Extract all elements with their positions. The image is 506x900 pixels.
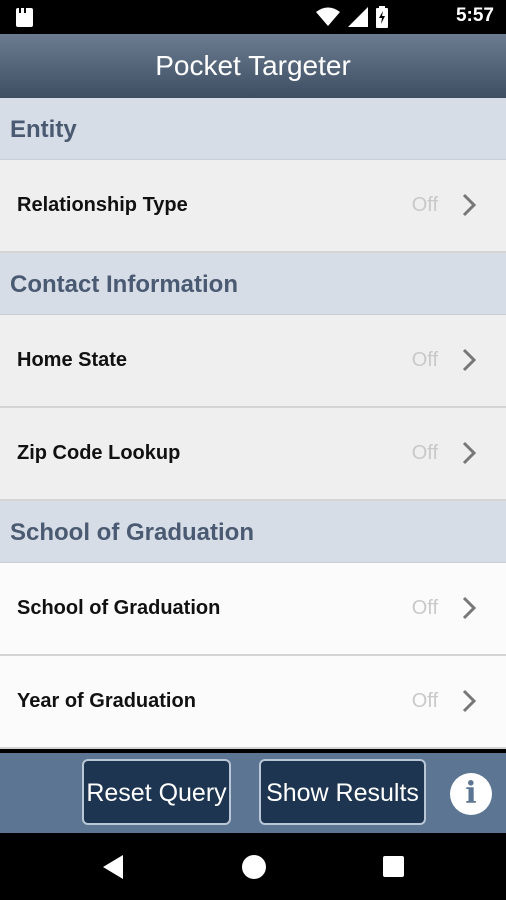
page-title: Pocket Targeter <box>155 50 351 81</box>
row-value: Off <box>411 690 438 712</box>
row-value: Off <box>411 597 438 619</box>
show-results-button[interactable]: Show Results <box>259 759 426 825</box>
clock: 5:57 <box>455 5 494 26</box>
reset-query-button[interactable]: Reset Query <box>82 759 231 825</box>
wifi-icon <box>316 7 340 26</box>
status-icons <box>316 6 388 28</box>
chevron-right-icon <box>462 193 476 217</box>
row-label: Zip Code Lookup <box>17 442 181 464</box>
app-bar: Pocket Targeter <box>0 34 506 98</box>
bottom-toolbar: Reset Query Show Results i <box>0 753 506 833</box>
home-icon[interactable] <box>242 855 266 879</box>
info-icon[interactable]: i <box>450 773 492 815</box>
filter-list: Entity Relationship Type Off Contact Inf… <box>0 98 506 749</box>
row-home-state[interactable]: Home State Off <box>0 315 506 408</box>
status-bar: 5:57 <box>0 0 506 34</box>
row-label: Relationship Type <box>17 194 188 216</box>
chevron-right-icon <box>462 441 476 465</box>
signal-icon <box>348 7 368 27</box>
row-label: Home State <box>17 349 128 371</box>
chevron-right-icon <box>462 348 476 372</box>
row-value: Off <box>411 194 438 216</box>
row-value: Off <box>411 349 438 371</box>
row-zip-code-lookup[interactable]: Zip Code Lookup Off <box>0 408 506 501</box>
section-header-entity: Entity <box>0 98 506 160</box>
row-school-of-graduation[interactable]: School of Graduation Off <box>0 563 506 656</box>
section-header-school: School of Graduation <box>0 501 506 563</box>
section-header-contact: Contact Information <box>0 253 506 315</box>
row-relationship-type[interactable]: Relationship Type Off <box>0 160 506 253</box>
system-nav-bar <box>0 833 506 900</box>
chevron-right-icon <box>462 689 476 713</box>
row-label: School of Graduation <box>17 597 221 619</box>
chevron-right-icon <box>462 596 476 620</box>
battery-icon <box>376 6 388 28</box>
recent-apps-icon[interactable] <box>383 856 404 877</box>
back-icon[interactable] <box>103 855 123 879</box>
row-year-of-graduation[interactable]: Year of Graduation Off <box>0 656 506 749</box>
row-value: Off <box>411 442 438 464</box>
row-label: Year of Graduation <box>17 690 196 712</box>
sd-card-icon <box>16 8 33 27</box>
